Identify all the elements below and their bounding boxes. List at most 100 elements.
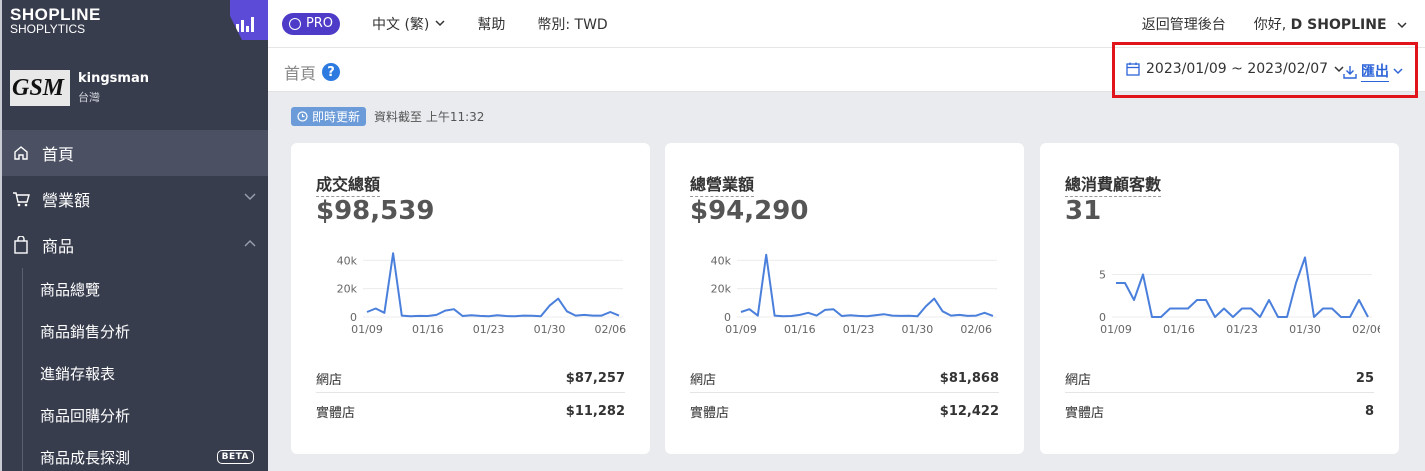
- series-line[interactable]: [366, 252, 620, 318]
- chevron-down-icon: [244, 193, 256, 200]
- language-dropdown[interactable]: 中文 (繁): [372, 14, 445, 34]
- line-chart: 0501/0901/1601/2301/3002/06: [1099, 256, 1380, 336]
- store-logo: GSM: [10, 70, 70, 106]
- sidebar-item-label: 商品: [42, 237, 75, 256]
- row-value: 8: [1364, 403, 1374, 419]
- brand-product: SHOPLYTICS: [10, 22, 86, 36]
- breakdown-row-online: 網店 25: [1065, 365, 1374, 393]
- sidebar-subitem-inventory-report[interactable]: 進銷存報表: [2, 352, 268, 394]
- card-title[interactable]: 成交總額: [316, 171, 381, 197]
- pro-icon: [288, 17, 301, 30]
- x-tick-label: 02/06: [1352, 323, 1380, 336]
- sidebar-nav: 首頁 營業額 商品 商品總覽 商品銷售分析 進銷存報表 商品回購分析 商品成長探…: [2, 130, 268, 471]
- x-tick-label: 01/30: [1289, 323, 1321, 336]
- line-chart: 020k40k01/09 01/16 01/23 01/30 02/06: [337, 252, 626, 336]
- page-title: 首頁 ?: [284, 60, 341, 84]
- breakdown-row-retail: 實體店 $12,422: [690, 397, 999, 425]
- row-value: 25: [1355, 371, 1374, 386]
- x-tick-label: 01/16: [1163, 323, 1195, 336]
- x-tick-label: 01/23: [1226, 323, 1258, 336]
- row-label: 網店: [316, 373, 343, 388]
- metric-card-customers: 總消費顧客數 31 0501/0901/1601/2301/3002/06 網店…: [1040, 143, 1399, 454]
- row-label: 實體店: [1065, 405, 1105, 421]
- language-label: 中文 (繁): [372, 16, 430, 33]
- series-line[interactable]: [1116, 256, 1369, 318]
- sidebar: SHOPLINE SHOPLYTICS GSM kingsman 台灣 首頁 營…: [0, 0, 268, 471]
- store-name: kingsman: [78, 71, 149, 86]
- row-value: $11,282: [565, 403, 625, 419]
- pro-badge[interactable]: PRO: [282, 12, 340, 35]
- brand-logo[interactable]: SHOPLINE SHOPLYTICS: [10, 6, 101, 36]
- sidebar-item-label: 首頁: [42, 145, 75, 164]
- breakdown-row-online: 網店 $87,257: [316, 365, 625, 393]
- realtime-badge: 即時更新: [291, 107, 367, 126]
- x-tick-label: 01/16: [784, 323, 816, 336]
- row-value: $81,868: [939, 371, 999, 386]
- series-line[interactable]: [740, 253, 994, 318]
- realtime-badge-label: 即時更新: [312, 110, 361, 124]
- row-label: 網店: [690, 373, 717, 388]
- breakdown-row-retail: 實體店 $11,282: [316, 397, 625, 425]
- y-tick-label: 20k: [337, 283, 358, 296]
- bag-icon: [12, 236, 30, 254]
- help-icon[interactable]: ?: [322, 63, 341, 81]
- card-title[interactable]: 總營業額: [690, 171, 755, 197]
- user-menu[interactable]: 你好, D SHOPLINE: [1254, 14, 1407, 34]
- sidebar-item-sales[interactable]: 營業額: [2, 176, 268, 222]
- back-to-admin-link[interactable]: 返回管理後台: [1142, 14, 1226, 34]
- chevron-up-icon: [244, 240, 256, 247]
- sidebar-subitem-repurchase-analysis[interactable]: 商品回購分析: [2, 394, 268, 436]
- greeting-text: 你好,: [1253, 17, 1287, 33]
- help-link[interactable]: 幫助: [477, 14, 505, 34]
- sidebar-item-label: 營業額: [42, 191, 91, 210]
- pro-label: PRO: [305, 16, 334, 31]
- x-tick-label: 01/16: [412, 323, 444, 336]
- realtime-status: 即時更新 資料截至 上午11:32: [291, 107, 484, 126]
- currency-label: 幣別: TWD: [537, 16, 608, 33]
- row-label: 實體店: [316, 405, 356, 421]
- card-value: $94,290: [690, 196, 809, 226]
- x-tick-label: 01/30: [902, 323, 934, 336]
- x-tick-label: 01/23: [843, 323, 875, 336]
- row-value: $87,257: [565, 371, 625, 386]
- sidebar-item-products[interactable]: 商品: [2, 222, 268, 268]
- clock-icon: [297, 111, 308, 122]
- store-region: 台灣: [78, 91, 100, 104]
- highlight-box: [1112, 42, 1418, 98]
- row-label: 網店: [1065, 373, 1092, 388]
- chevron-down-icon: [1397, 22, 1407, 29]
- card-value: 31: [1065, 196, 1102, 226]
- y-tick-label: 20k: [711, 283, 732, 296]
- row-value: $12,422: [939, 403, 999, 419]
- card-value: $98,539: [316, 196, 435, 226]
- cart-icon: [12, 190, 30, 208]
- chevron-down-icon: [435, 20, 445, 27]
- metric-card-revenue: 總營業額 $94,290 0 20k 40k 01/09 01/16 01/23 01/30…: [665, 143, 1024, 454]
- products-submenu: 商品總覽 商品銷售分析 進銷存報表 商品回購分析 商品成長探測 BETA: [2, 268, 268, 471]
- sidebar-item-home[interactable]: 首頁: [2, 130, 268, 176]
- sidebar-subitem-sales-analysis[interactable]: 商品銷售分析: [2, 310, 268, 352]
- brand-name: SHOPLINE: [10, 5, 101, 24]
- card-title[interactable]: 總消費顧客數: [1065, 171, 1162, 197]
- sidebar-subitem-growth-detection[interactable]: 商品成長探測 BETA: [2, 436, 268, 471]
- page-title-text: 首頁: [284, 64, 317, 83]
- x-tick-label: 02/06: [594, 323, 626, 336]
- breakdown-row-retail: 實體店 8: [1065, 397, 1374, 425]
- sidebar-subitem-overview[interactable]: 商品總覽: [2, 268, 268, 310]
- user-name: D SHOPLINE: [1290, 17, 1387, 33]
- y-tick-label: 5: [1099, 269, 1106, 282]
- x-tick-label: 01/23: [473, 323, 505, 336]
- row-label: 實體店: [690, 405, 730, 421]
- y-tick-label: 40k: [711, 254, 732, 267]
- y-tick-label: 40k: [337, 254, 358, 267]
- home-icon: [12, 144, 30, 162]
- chart-logo-icon: [230, 0, 268, 40]
- sidebar-item-label: 商品成長探測: [40, 448, 131, 467]
- breakdown-row-online: 網店 $81,868: [690, 365, 999, 393]
- store-switcher[interactable]: GSM kingsman 台灣: [10, 70, 149, 106]
- x-tick-label: 02/06: [960, 323, 992, 336]
- metric-card-gmv: 成交總額 $98,539 0 20k 40k 01/09 01/16 01/23 01/30…: [291, 143, 650, 454]
- line-chart: 020k40k01/09 01/16 01/23 01/30 02/06: [711, 253, 997, 336]
- beta-badge: BETA: [216, 450, 254, 464]
- data-timestamp: 資料截至 上午11:32: [374, 110, 485, 124]
